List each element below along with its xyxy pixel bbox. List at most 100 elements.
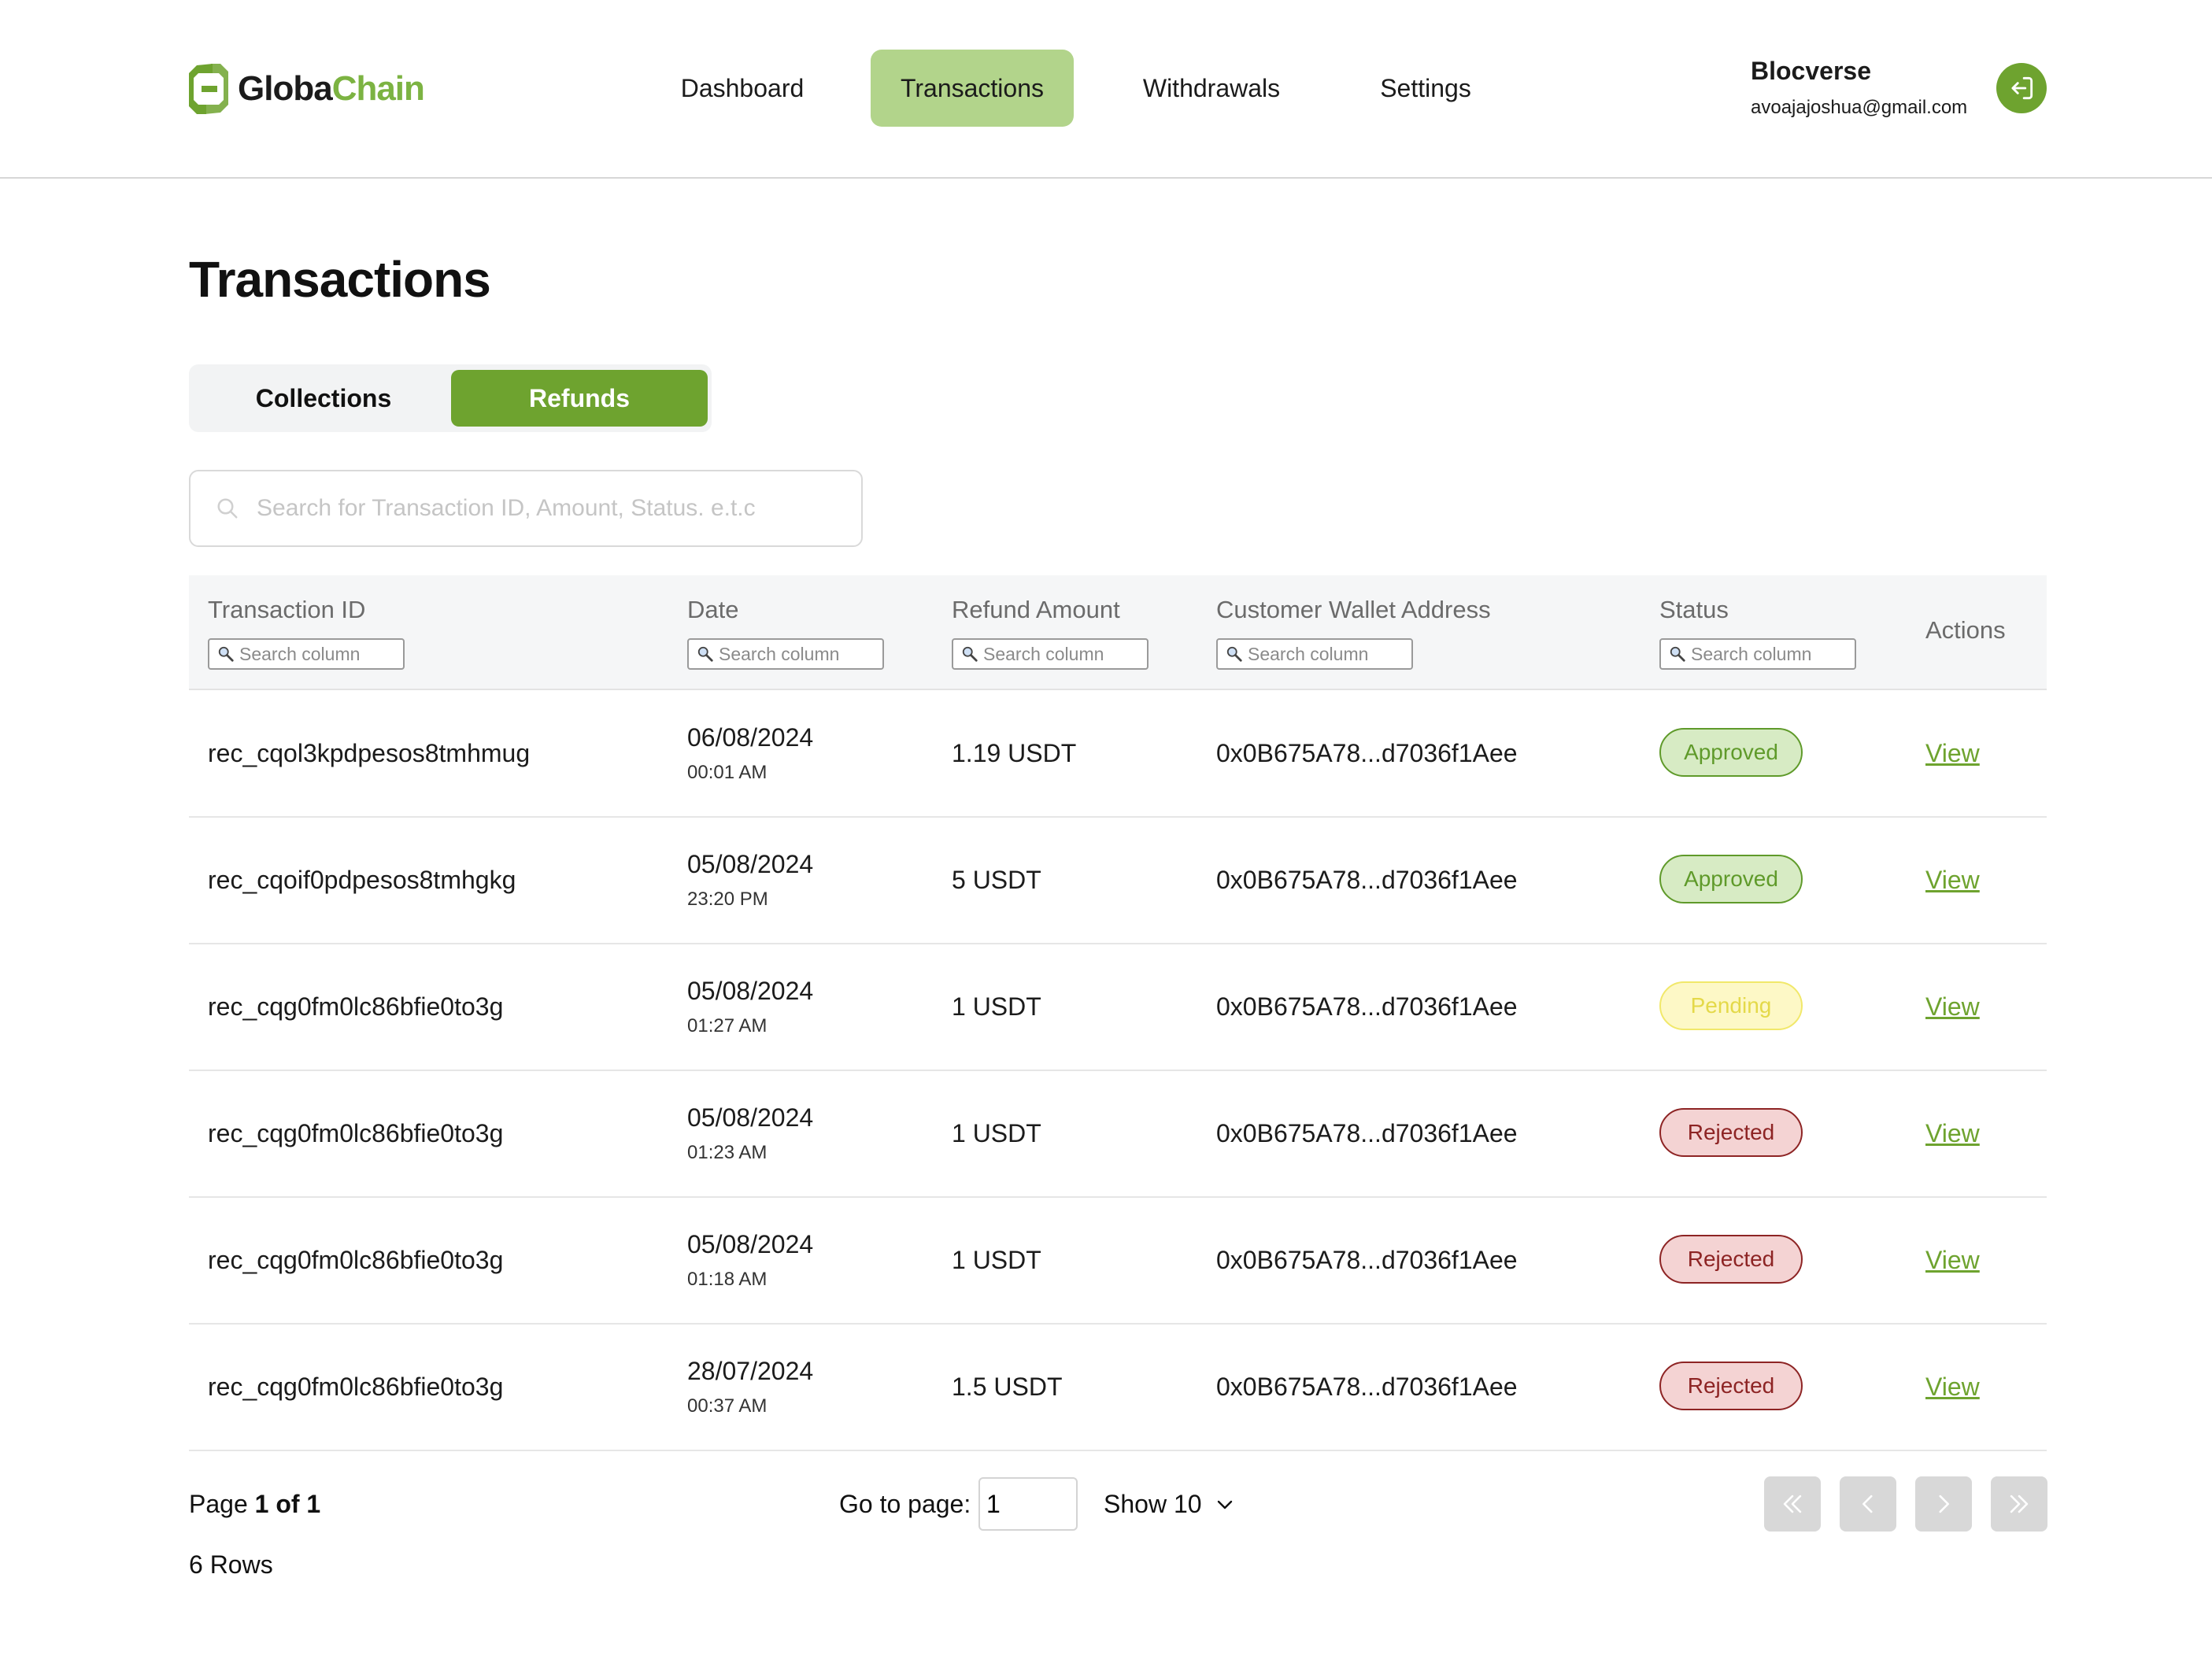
page-size-select[interactable]: Show 10 <box>1104 1490 1234 1519</box>
search-icon <box>217 498 238 519</box>
status-badge: Rejected <box>1659 1108 1803 1157</box>
refund-amount: 1 USDT <box>952 1246 1041 1274</box>
status-badge: Approved <box>1659 728 1803 777</box>
time-value: 01:23 AM <box>687 1142 768 1163</box>
transaction-id: rec_cqg0fm0lc86bfie0to3g <box>208 1373 504 1401</box>
column-search-input[interactable]: Search column <box>208 638 405 670</box>
date-value: 28/07/2024 <box>687 1357 814 1385</box>
first-page-button[interactable] <box>1764 1476 1821 1532</box>
column-search-placeholder: Search column <box>719 643 840 664</box>
wallet-address: 0x0B675A78...d7036f1Aee <box>1216 866 1518 894</box>
refund-amount: 5 USDT <box>952 866 1041 894</box>
column-search-placeholder: Search column <box>239 643 361 664</box>
view-link[interactable]: View <box>1925 1373 1980 1402</box>
refund-amount: 1 USDT <box>952 1119 1041 1147</box>
magnifier-icon <box>218 646 234 662</box>
next-page-button[interactable] <box>1915 1476 1972 1532</box>
page-title: Transactions <box>189 251 491 308</box>
view-link[interactable]: View <box>1925 1119 1980 1148</box>
chevron-left-icon <box>1862 1495 1873 1513</box>
nav-settings[interactable]: Settings <box>1352 50 1499 127</box>
logout-icon <box>2011 76 2033 100</box>
transaction-id: rec_cqg0fm0lc86bfie0to3g <box>208 992 504 1021</box>
page-size-label: Show 10 <box>1104 1490 1202 1518</box>
view-link[interactable]: View <box>1925 739 1980 768</box>
top-header: GlobaChain Dashboard Transactions Withdr… <box>0 0 2212 179</box>
last-page-button[interactable] <box>1991 1476 2047 1532</box>
brand-name-part2: Chain <box>331 69 425 108</box>
column-search-placeholder: Search column <box>983 643 1104 664</box>
logout-button[interactable] <box>1996 63 2047 113</box>
nav-dashboard[interactable]: Dashboard <box>655 50 830 127</box>
status-badge: Rejected <box>1659 1235 1803 1284</box>
magnifier-icon <box>1670 646 1685 662</box>
table-row: rec_cqg0fm0lc86bfie0to3g 05/08/2024 01:2… <box>189 1070 2047 1198</box>
table-row: rec_cqg0fm0lc86bfie0to3g 05/08/2024 01:1… <box>189 1197 2047 1325</box>
date-value: 06/08/2024 <box>687 723 814 752</box>
search-bar[interactable] <box>189 470 863 547</box>
view-link[interactable]: View <box>1925 992 1980 1022</box>
double-chevron-left-icon <box>1783 1495 1802 1513</box>
magnifier-icon <box>1226 646 1242 662</box>
column-search-input[interactable]: Search column <box>952 638 1149 670</box>
page-range: 1 of 1 <box>254 1490 321 1518</box>
time-value: 23:20 PM <box>687 889 768 910</box>
date-value: 05/08/2024 <box>687 850 814 878</box>
time-value: 00:37 AM <box>687 1395 768 1417</box>
column-search-input[interactable]: Search column <box>1216 638 1413 670</box>
wallet-address: 0x0B675A78...d7036f1Aee <box>1216 1246 1518 1274</box>
status-badge: Pending <box>1659 981 1803 1030</box>
nav-transactions[interactable]: Transactions <box>871 50 1074 127</box>
goto-page-input[interactable] <box>978 1477 1078 1531</box>
column-label: Customer Wallet Address <box>1216 596 1491 623</box>
tab-collections[interactable]: Collections <box>195 370 452 427</box>
transaction-id: rec_cqg0fm0lc86bfie0to3g <box>208 1246 504 1274</box>
transaction-date: 05/08/2024 01:23 AM <box>687 1103 813 1164</box>
brand-name: GlobaChain <box>238 69 425 109</box>
transaction-id: rec_cqol3kpdpesos8tmhmug <box>208 739 531 767</box>
search-input[interactable] <box>255 494 825 523</box>
goto-page-label: Go to page: <box>839 1490 971 1518</box>
column-search-input[interactable]: Search column <box>1659 638 1856 670</box>
date-value: 05/08/2024 <box>687 1103 814 1132</box>
table-row: rec_cqol3kpdpesos8tmhmug 06/08/2024 00:0… <box>189 690 2047 818</box>
magnifier-icon <box>962 646 978 662</box>
nav-withdrawals[interactable]: Withdrawals <box>1116 50 1307 127</box>
time-value: 00:01 AM <box>687 762 768 783</box>
view-link[interactable]: View <box>1925 866 1980 895</box>
column-search-placeholder: Search column <box>1691 643 1812 664</box>
column-label: Transaction ID <box>208 596 366 623</box>
user-info: Blocverse avoajajoshua@gmail.com <box>1751 57 1967 119</box>
status-badge: Approved <box>1659 855 1803 903</box>
transaction-date: 05/08/2024 23:20 PM <box>687 850 813 911</box>
column-actions: Actions <box>1925 616 2006 644</box>
column-search-input[interactable]: Search column <box>687 638 884 670</box>
transaction-id: rec_cqg0fm0lc86bfie0to3g <box>208 1119 504 1147</box>
double-chevron-right-icon <box>2010 1495 2029 1513</box>
refund-amount: 1.19 USDT <box>952 739 1077 767</box>
column-search-placeholder: Search column <box>1248 643 1369 664</box>
transaction-date: 28/07/2024 00:37 AM <box>687 1357 813 1417</box>
brand-logo[interactable]: GlobaChain <box>189 61 425 116</box>
transaction-date: 05/08/2024 01:27 AM <box>687 977 813 1037</box>
previous-page-button[interactable] <box>1840 1476 1896 1532</box>
column-label: Date <box>687 596 739 623</box>
tab-switcher: Collections Refunds <box>189 364 712 432</box>
view-link[interactable]: View <box>1925 1246 1980 1275</box>
table-row: rec_cqg0fm0lc86bfie0to3g 28/07/2024 00:3… <box>189 1324 2047 1451</box>
table-row: rec_cqg0fm0lc86bfie0to3g 05/08/2024 01:2… <box>189 944 2047 1071</box>
date-value: 05/08/2024 <box>687 1230 814 1258</box>
magnifier-icon <box>697 646 713 662</box>
tab-refunds[interactable]: Refunds <box>451 370 708 427</box>
refund-amount: 1 USDT <box>952 992 1041 1021</box>
page-label: Page <box>189 1490 248 1518</box>
column-label: Status <box>1659 596 1729 623</box>
page-indicator: Page 1 of 1 <box>189 1490 320 1519</box>
transaction-date: 06/08/2024 00:01 AM <box>687 723 813 784</box>
column-status: Status Search column <box>1659 596 1856 670</box>
time-value: 01:27 AM <box>687 1015 768 1036</box>
user-email: avoajajoshua@gmail.com <box>1751 97 1968 118</box>
column-transaction-id: Transaction ID Search column <box>208 596 405 670</box>
brand-name-part1: Globa <box>238 69 333 108</box>
column-date: Date Search column <box>687 596 884 670</box>
